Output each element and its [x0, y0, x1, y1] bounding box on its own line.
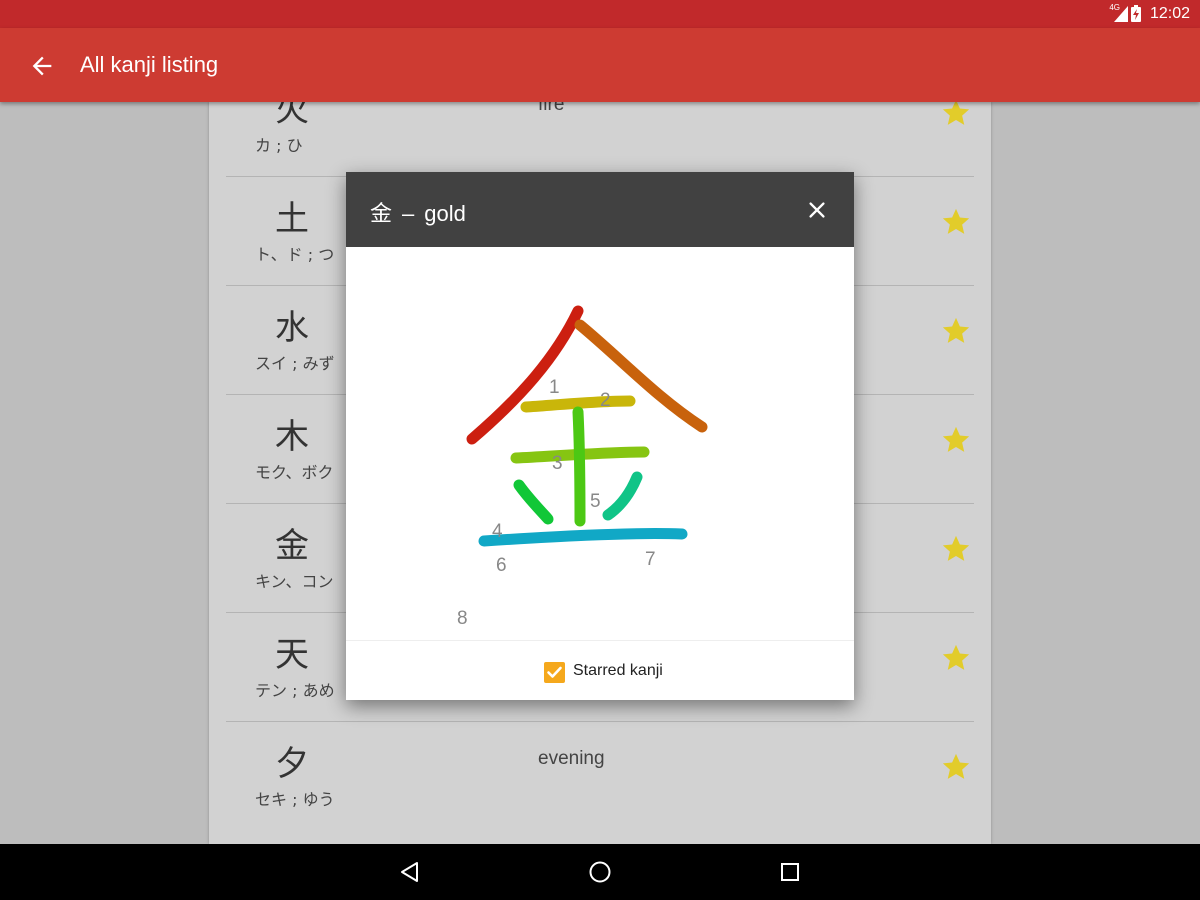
stroke-number: 5	[590, 491, 601, 512]
stroke-order-diagram: 1 2 3 4 5 6 7 8	[457, 305, 708, 629]
stroke-5	[572, 406, 586, 527]
checkmark-icon	[547, 666, 562, 678]
stroke-2	[574, 319, 708, 433]
dialog-header: 金 – gold	[346, 172, 854, 247]
system-nav-bar	[0, 844, 1200, 900]
stroke-8	[478, 528, 688, 547]
dialog-title: 金 – gold	[370, 196, 466, 228]
nav-back-icon[interactable]	[398, 860, 422, 884]
stroke-number: 4	[492, 521, 503, 542]
stroke-number: 8	[457, 608, 468, 629]
stroke-3	[520, 395, 636, 413]
stroke-number: 7	[645, 549, 656, 570]
nav-home-icon[interactable]	[588, 860, 612, 884]
stroke-number: 1	[549, 377, 560, 398]
stroke-6	[513, 479, 554, 525]
close-icon[interactable]	[806, 199, 828, 221]
dialog-footer: Starred kanji	[346, 640, 854, 700]
starred-label[interactable]: Starred kanji	[573, 662, 663, 680]
status-bar: 4G 12:02	[0, 0, 1200, 28]
arrow-back-icon[interactable]	[28, 52, 56, 80]
app-bar: All kanji listing	[0, 28, 1200, 102]
stroke-1	[466, 305, 584, 445]
dialog-title-separator: –	[402, 201, 415, 226]
starred-checkbox[interactable]	[544, 662, 565, 683]
dialog-meaning: gold	[424, 201, 466, 226]
page-title: All kanji listing	[80, 52, 219, 77]
dialog-kanji: 金	[370, 201, 393, 226]
stroke-number: 3	[552, 453, 563, 474]
nav-recents-icon[interactable]	[778, 860, 802, 884]
stroke-number: 2	[600, 390, 611, 411]
kanji-detail-dialog: 金 – gold 1 2 3 4 5 6 7 8 Starred kanji	[346, 172, 854, 700]
stroke-number: 6	[496, 555, 507, 576]
battery-charging-icon	[1131, 5, 1141, 22]
signal-icon	[1114, 6, 1128, 22]
stroke-7	[602, 471, 643, 521]
status-time: 12:02	[1149, 5, 1190, 22]
